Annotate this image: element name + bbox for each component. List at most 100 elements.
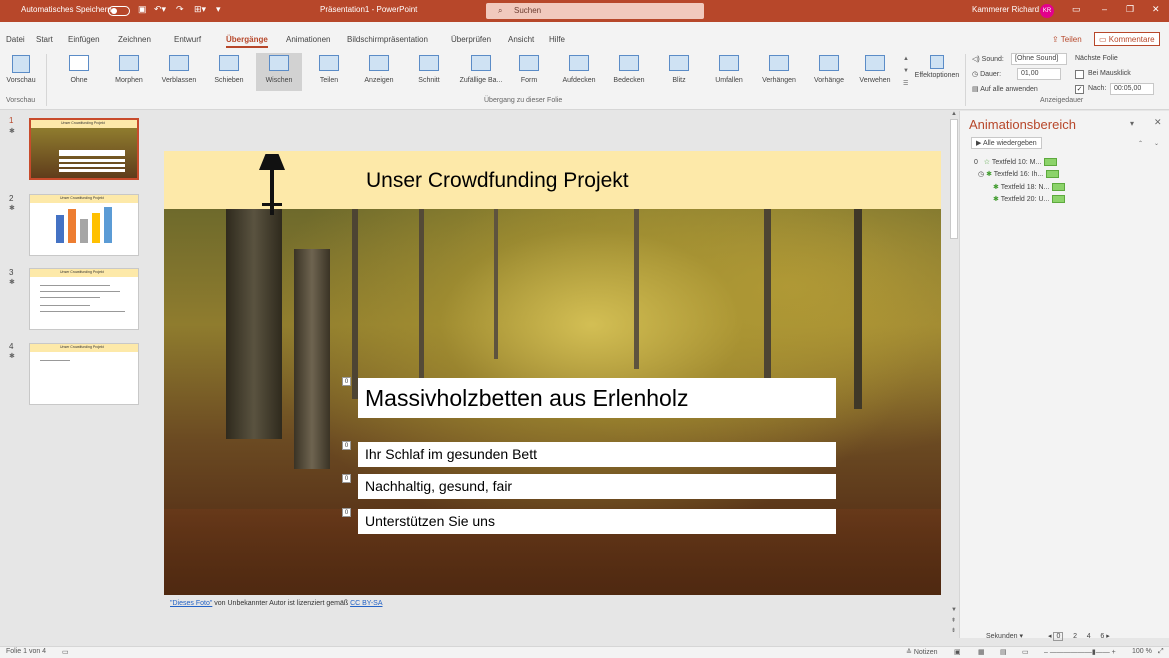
minimize-icon[interactable]: –	[1102, 4, 1107, 14]
bullet-textbox[interactable]: Ihr Schlaf im gesunden Bett	[358, 442, 836, 467]
transition-schieben[interactable]: Schieben	[206, 53, 252, 91]
transition-zufaellige-balken[interactable]: Zufällige Ba...	[456, 53, 506, 91]
save-icon[interactable]: ▣	[138, 4, 147, 15]
slide-title[interactable]: Unser Crowdfunding Projekt	[366, 169, 629, 193]
headline-textbox[interactable]: Massivholzbetten aus Erlenholz	[358, 378, 836, 418]
transition-morphen[interactable]: Morphen	[106, 53, 152, 91]
slide-thumbnail[interactable]: Unser Crowdfunding Projekt	[29, 194, 139, 256]
transition-umfallen[interactable]: Umfallen	[706, 53, 752, 91]
transition-form-icon	[519, 55, 539, 71]
restore-icon[interactable]: ❐	[1126, 4, 1134, 15]
effect-options-button[interactable]: Effektoptionen	[911, 53, 963, 91]
fit-slide-icon[interactable]: ⤢	[1158, 648, 1164, 656]
transition-anzeigen[interactable]: Anzeigen	[356, 53, 402, 91]
transition-verhaengen[interactable]: Verhängen	[756, 53, 802, 91]
next-slide-icon[interactable]: ⇟	[951, 627, 956, 634]
tab-hilfe[interactable]: Hilfe	[549, 35, 565, 44]
quick-access-icon[interactable]: ▾	[216, 4, 221, 15]
animation-item[interactable]: ✱ Textfeld 18: N...	[993, 183, 1066, 192]
gallery-down-icon[interactable]: ▼	[903, 68, 909, 74]
zoom-slider[interactable]: – ——————▮—— +	[1044, 648, 1116, 656]
user-name[interactable]: Kammerer Richard	[972, 5, 1039, 14]
previous-slide-icon[interactable]: ⇞	[951, 617, 956, 624]
transition-verblassen[interactable]: Verblassen	[156, 53, 202, 91]
animation-item-number: 0	[974, 159, 978, 166]
transition-teilen[interactable]: Teilen	[306, 53, 352, 91]
slide-canvas[interactable]: Unser Crowdfunding Projekt 0 Massivholzb…	[164, 151, 941, 595]
transition-ohne[interactable]: Ohne	[56, 53, 102, 91]
bullet-textbox[interactable]: Nachhaltig, gesund, fair	[358, 474, 836, 499]
transition-bedecken[interactable]: Bedecken	[606, 53, 652, 91]
customize-icon[interactable]: ⊞▾	[194, 4, 206, 15]
close-icon[interactable]: ✕	[1154, 117, 1162, 128]
slide-thumbnail[interactable]: Unser Crowdfunding Projekt	[29, 268, 139, 330]
slide-thumbnail[interactable]: Unser Crowdfunding Projekt	[29, 343, 139, 405]
redo-icon[interactable]: ↷	[176, 4, 184, 15]
comment-icon: ▭	[1099, 35, 1109, 44]
tab-zeichnen[interactable]: Zeichnen	[118, 35, 151, 44]
transition-schnitt[interactable]: Schnitt	[406, 53, 452, 91]
slide-thumbnail[interactable]: Unser Crowdfunding Projekt	[29, 118, 139, 180]
tab-bildschirmpraesentation[interactable]: Bildschirmpräsentation	[347, 35, 428, 44]
on-click-checkbox[interactable]	[1075, 70, 1084, 79]
play-all-button[interactable]: ▶ Alle wiedergeben	[971, 137, 1042, 149]
animation-item[interactable]: ✱ Textfeld 20: U...	[993, 195, 1066, 204]
duration-field[interactable]: 01,00	[1017, 68, 1061, 80]
on-click-label: Bei Mausklick	[1088, 70, 1131, 77]
search-box[interactable]: ⌕ Suchen	[486, 3, 704, 19]
sound-label-text: Sound:	[981, 56, 1004, 63]
sound-select[interactable]: [Ohne Sound]	[1011, 53, 1067, 65]
photo-link[interactable]: "Dieses Foto"	[170, 600, 212, 607]
apply-all-button[interactable]: ▤ Auf alle anwenden	[972, 85, 1038, 93]
transition-blitz[interactable]: Blitz	[656, 53, 702, 91]
thumbnail-text-line	[40, 311, 125, 312]
tab-uebergaenge[interactable]: Übergänge	[226, 35, 268, 48]
seconds-dropdown[interactable]: Sekunden ▾	[986, 632, 1023, 640]
transition-verwehen[interactable]: Verwehen	[852, 53, 898, 91]
thumbnail-title: Unser Crowdfunding Projekt	[61, 121, 105, 125]
chevron-down-icon[interactable]: ▾	[1130, 119, 1134, 128]
tab-animationen[interactable]: Animationen	[286, 35, 330, 44]
transition-aufdecken[interactable]: Aufdecken	[556, 53, 602, 91]
after-field[interactable]: 00:05,00	[1110, 83, 1154, 95]
transition-vorhaenge[interactable]: Vorhänge	[806, 53, 852, 91]
tab-einfuegen[interactable]: Einfügen	[68, 35, 100, 44]
undo-icon[interactable]: ↶▾	[154, 4, 166, 15]
vertical-scrollbar[interactable]: ▲ ▼ ⇞ ⇟	[949, 111, 959, 638]
accessibility-icon[interactable]: ▭	[62, 648, 69, 656]
tab-datei[interactable]: Datei	[6, 35, 25, 44]
slide-sorter-icon[interactable]: ▦	[978, 648, 985, 656]
thumbnail-chart-bar	[92, 213, 100, 243]
avatar[interactable]: KR	[1040, 4, 1054, 18]
bullet-textbox[interactable]: Unterstützen Sie uns	[358, 509, 836, 534]
reading-view-icon[interactable]: ▤	[1000, 648, 1007, 656]
slideshow-icon[interactable]: ▭	[1022, 648, 1029, 656]
transition-wischen[interactable]: Wischen	[256, 53, 302, 91]
notes-button[interactable]: ≙ Notizen	[906, 648, 938, 656]
gallery-more-icon[interactable]: ☰	[903, 80, 908, 87]
tab-ansicht[interactable]: Ansicht	[508, 35, 534, 44]
scroll-down-icon[interactable]: ▼	[951, 607, 957, 613]
normal-view-icon[interactable]: ▣	[954, 648, 961, 656]
preview-button[interactable]: Vorschau	[4, 53, 38, 91]
move-up-icon[interactable]: ⌃	[1138, 140, 1143, 147]
animation-item[interactable]: 0 ☆ Textfeld 10: M...	[974, 158, 1058, 167]
ribbon-display-icon[interactable]: ▭	[1072, 4, 1081, 15]
after-checkbox[interactable]: ✓	[1075, 85, 1084, 94]
tab-start[interactable]: Start	[36, 35, 53, 44]
comments-button[interactable]: ▭ Kommentare	[1094, 32, 1160, 46]
gallery-up-icon[interactable]: ▲	[903, 56, 909, 62]
autosave-toggle[interactable]	[108, 6, 130, 16]
scrollbar-thumb[interactable]	[950, 119, 958, 239]
close-icon[interactable]: ✕	[1152, 4, 1160, 15]
tab-ueberpruefen[interactable]: Überprüfen	[451, 35, 491, 44]
scroll-up-icon[interactable]: ▲	[951, 111, 957, 117]
slide-number: 1	[9, 116, 14, 125]
transition-form[interactable]: Form	[506, 53, 552, 91]
animation-item[interactable]: ◷ ✱ Textfeld 16: Ih...	[978, 170, 1060, 179]
share-button[interactable]: ⇪ Teilen	[1047, 32, 1087, 46]
move-down-icon[interactable]: ⌄	[1154, 140, 1159, 147]
tab-entwurf[interactable]: Entwurf	[174, 35, 201, 44]
license-link[interactable]: CC BY-SA	[350, 600, 382, 607]
zoom-level[interactable]: 100 %	[1132, 648, 1152, 655]
